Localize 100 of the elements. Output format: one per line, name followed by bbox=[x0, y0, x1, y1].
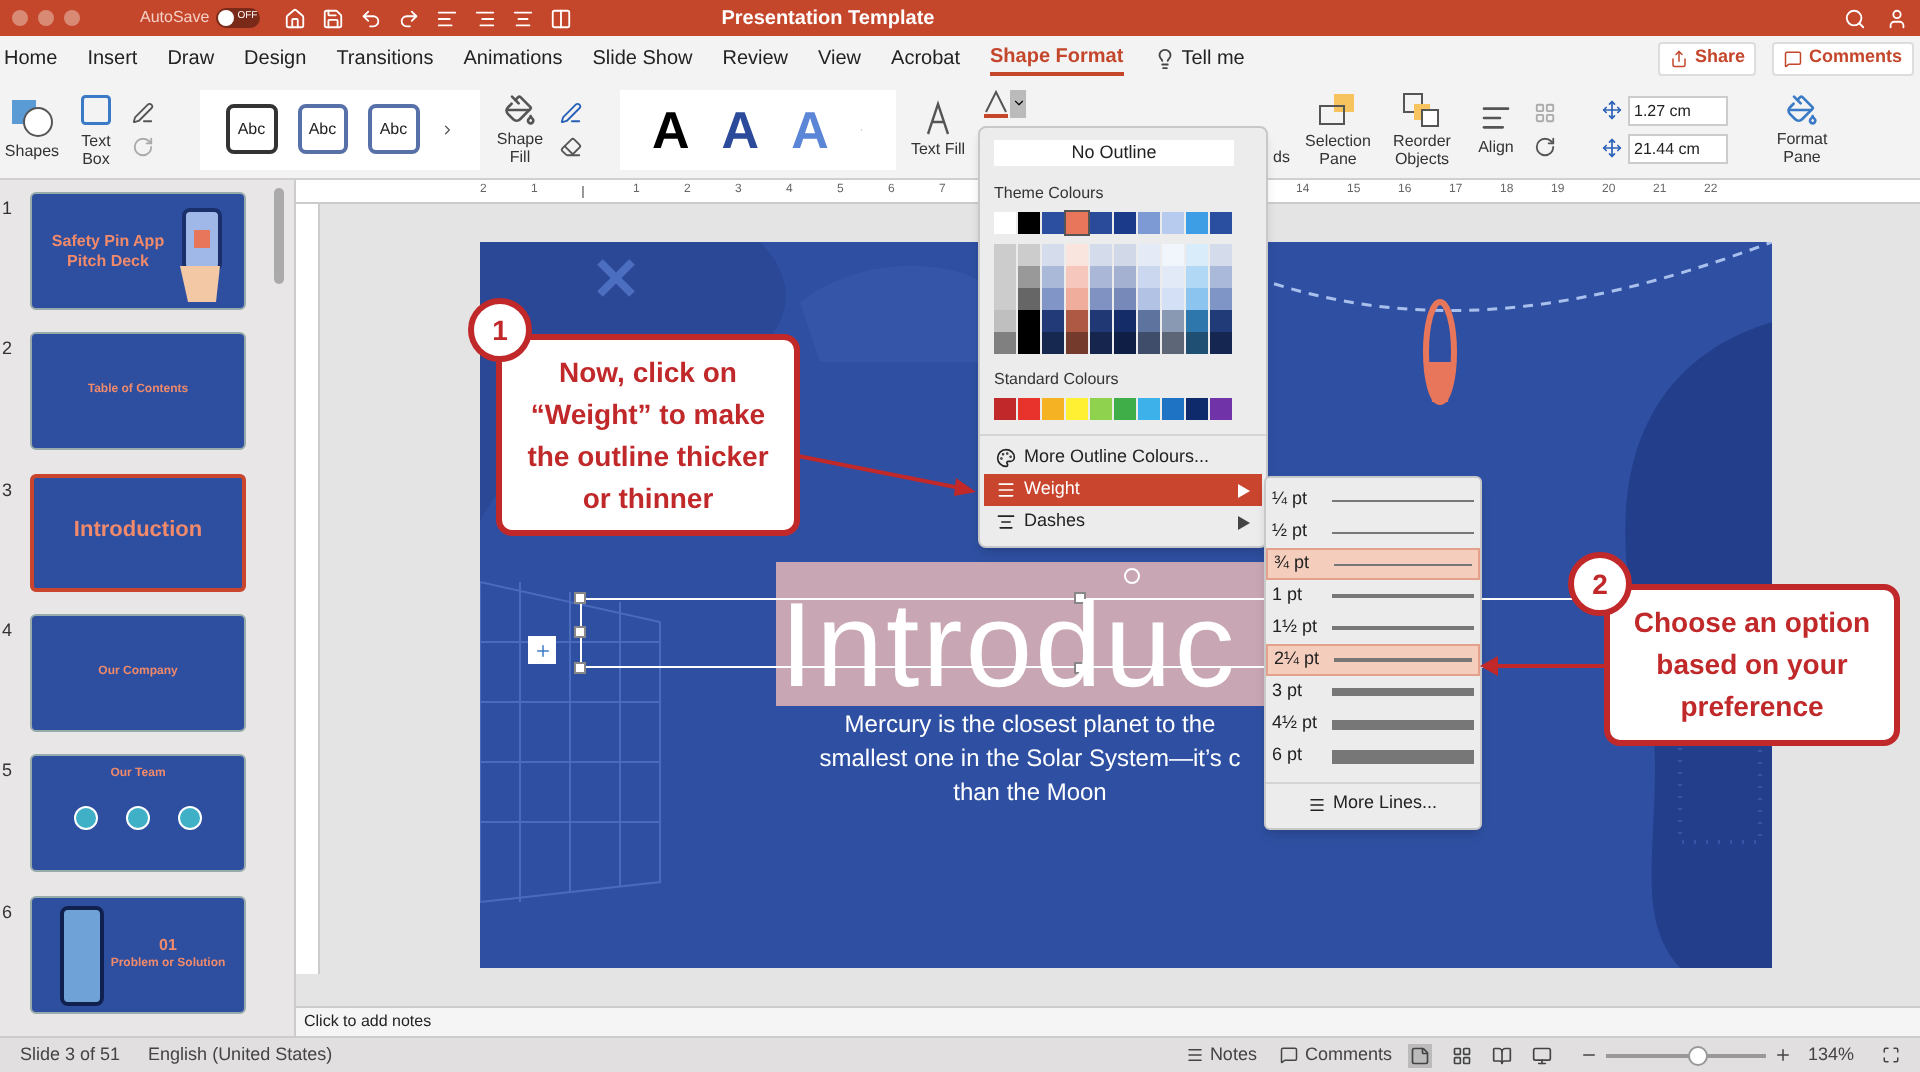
colour-swatch[interactable] bbox=[994, 310, 1016, 332]
colour-swatch[interactable] bbox=[1066, 332, 1088, 354]
save-icon[interactable] bbox=[321, 7, 344, 29]
colour-swatch[interactable] bbox=[1186, 266, 1208, 288]
colour-swatch[interactable] bbox=[1066, 288, 1088, 310]
slideshow-icon[interactable] bbox=[1531, 1045, 1552, 1065]
weight-option[interactable]: 3 pt bbox=[1266, 676, 1480, 708]
ribbon-tab[interactable]: Acrobat bbox=[891, 40, 960, 76]
colour-swatch[interactable] bbox=[1186, 310, 1208, 332]
weight-option[interactable]: 2¼ pt bbox=[1266, 644, 1480, 676]
colour-swatch[interactable] bbox=[1162, 244, 1184, 266]
colour-swatch[interactable] bbox=[1018, 212, 1040, 234]
colour-swatch[interactable] bbox=[1066, 212, 1088, 234]
shapes-button[interactable]: Shapes bbox=[4, 98, 60, 160]
weight-option[interactable]: ¼ pt bbox=[1266, 484, 1480, 516]
colour-swatch[interactable] bbox=[1138, 288, 1160, 310]
colour-swatch[interactable] bbox=[1162, 332, 1184, 354]
ribbon-tab[interactable]: Home bbox=[4, 40, 58, 76]
colour-swatch[interactable] bbox=[1090, 310, 1112, 332]
colour-swatch[interactable] bbox=[1162, 288, 1184, 310]
format-pane-button[interactable]: Format Pane bbox=[1768, 93, 1836, 165]
notes-button[interactable]: Notes bbox=[1185, 1041, 1257, 1069]
colour-swatch[interactable] bbox=[1138, 266, 1160, 288]
ribbon-tab[interactable]: Slide Show bbox=[592, 40, 693, 76]
colour-swatch[interactable] bbox=[1018, 288, 1040, 310]
search-icon[interactable] bbox=[1844, 7, 1866, 29]
colour-swatch[interactable] bbox=[1114, 332, 1136, 354]
eraser-icon[interactable] bbox=[560, 135, 582, 157]
colour-swatch[interactable] bbox=[1042, 398, 1064, 420]
colour-swatch[interactable] bbox=[1186, 244, 1208, 266]
colour-swatch[interactable] bbox=[1114, 310, 1136, 332]
colour-swatch[interactable] bbox=[1042, 288, 1064, 310]
height-field[interactable]: 1.27 cm bbox=[1628, 95, 1728, 125]
colour-swatch[interactable] bbox=[1162, 398, 1184, 420]
align-button[interactable]: Align bbox=[1470, 102, 1522, 156]
reading-view-icon[interactable] bbox=[1491, 1045, 1512, 1065]
colour-swatch[interactable] bbox=[994, 244, 1016, 266]
grid-view-icon[interactable] bbox=[1451, 1045, 1472, 1065]
ribbon-tab[interactable]: Animations bbox=[463, 40, 563, 76]
colour-swatch[interactable] bbox=[994, 332, 1016, 354]
scrollbar-thumb[interactable] bbox=[274, 188, 284, 284]
ribbon-tab[interactable]: View bbox=[818, 40, 862, 76]
colour-swatch[interactable] bbox=[1018, 244, 1040, 266]
colour-swatch[interactable] bbox=[1210, 398, 1232, 420]
align-left-icon[interactable] bbox=[435, 7, 458, 29]
weight-option[interactable]: 4½ pt bbox=[1266, 708, 1480, 740]
colour-swatch[interactable] bbox=[994, 288, 1016, 310]
ribbon-tab[interactable]: Design bbox=[244, 40, 307, 76]
reorder-objects-button[interactable]: Reorder Objects bbox=[1386, 91, 1458, 167]
colour-swatch[interactable] bbox=[1090, 332, 1112, 354]
ribbon-tab[interactable]: Transitions bbox=[336, 40, 434, 76]
group-icon[interactable] bbox=[1534, 101, 1556, 123]
weight-option[interactable]: ½ pt bbox=[1266, 516, 1480, 548]
colour-swatch[interactable] bbox=[1042, 266, 1064, 288]
more-lines-button[interactable]: More Lines... bbox=[1266, 788, 1480, 820]
colour-swatch[interactable] bbox=[1018, 398, 1040, 420]
colour-swatch[interactable] bbox=[1138, 310, 1160, 332]
weight-option[interactable]: 1 pt bbox=[1266, 580, 1480, 612]
wordart-style[interactable]: A bbox=[791, 103, 829, 155]
colour-swatch[interactable] bbox=[1066, 398, 1088, 420]
weight-option[interactable]: 6 pt bbox=[1266, 740, 1480, 772]
columns-icon[interactable] bbox=[549, 7, 572, 29]
shape-style[interactable]: Abc bbox=[297, 104, 348, 154]
colour-swatch[interactable] bbox=[1138, 332, 1160, 354]
colour-swatch[interactable] bbox=[1162, 310, 1184, 332]
align-center-icon[interactable] bbox=[511, 7, 534, 29]
colour-swatch[interactable] bbox=[1018, 266, 1040, 288]
colour-swatch[interactable] bbox=[1186, 398, 1208, 420]
colour-swatch[interactable] bbox=[1042, 332, 1064, 354]
normal-view-icon[interactable] bbox=[1407, 1043, 1432, 1067]
colour-swatch[interactable] bbox=[1138, 212, 1160, 234]
width-field[interactable]: 21.44 cm bbox=[1628, 133, 1728, 163]
menu-item[interactable]: Dashes bbox=[984, 506, 1262, 538]
ribbon-tab[interactable]: Draw bbox=[167, 40, 215, 76]
notes-field[interactable]: Click to add notes bbox=[304, 1010, 432, 1034]
user-icon[interactable] bbox=[1886, 7, 1908, 29]
home-icon[interactable] bbox=[283, 7, 306, 29]
pen-icon[interactable] bbox=[560, 101, 582, 123]
colour-swatch[interactable] bbox=[1114, 212, 1136, 234]
text-outline-icon[interactable] bbox=[984, 89, 1008, 117]
colour-swatch[interactable] bbox=[1162, 266, 1184, 288]
colour-swatch[interactable] bbox=[1186, 288, 1208, 310]
colour-swatch[interactable] bbox=[1210, 244, 1232, 266]
colour-swatch[interactable] bbox=[1066, 266, 1088, 288]
colour-swatch[interactable] bbox=[1090, 244, 1112, 266]
colour-swatch[interactable] bbox=[994, 398, 1016, 420]
colour-swatch[interactable] bbox=[1210, 212, 1232, 234]
share-button[interactable]: Share bbox=[1658, 41, 1757, 75]
colour-swatch[interactable] bbox=[1042, 244, 1064, 266]
text-fill-button[interactable]: Text Fill bbox=[908, 100, 968, 158]
menu-item[interactable]: More Outline Colours... bbox=[984, 442, 1262, 474]
colour-swatch[interactable] bbox=[1186, 212, 1208, 234]
shape-style[interactable]: Abc bbox=[368, 104, 419, 154]
shape-fill-button[interactable]: Shape Fill bbox=[492, 93, 548, 165]
colour-swatch[interactable] bbox=[1018, 332, 1040, 354]
colour-swatch[interactable] bbox=[1066, 244, 1088, 266]
colour-swatch[interactable] bbox=[1066, 310, 1088, 332]
menu-item[interactable]: Weight bbox=[984, 474, 1262, 506]
colour-swatch[interactable] bbox=[1210, 310, 1232, 332]
colour-swatch[interactable] bbox=[1042, 212, 1064, 234]
